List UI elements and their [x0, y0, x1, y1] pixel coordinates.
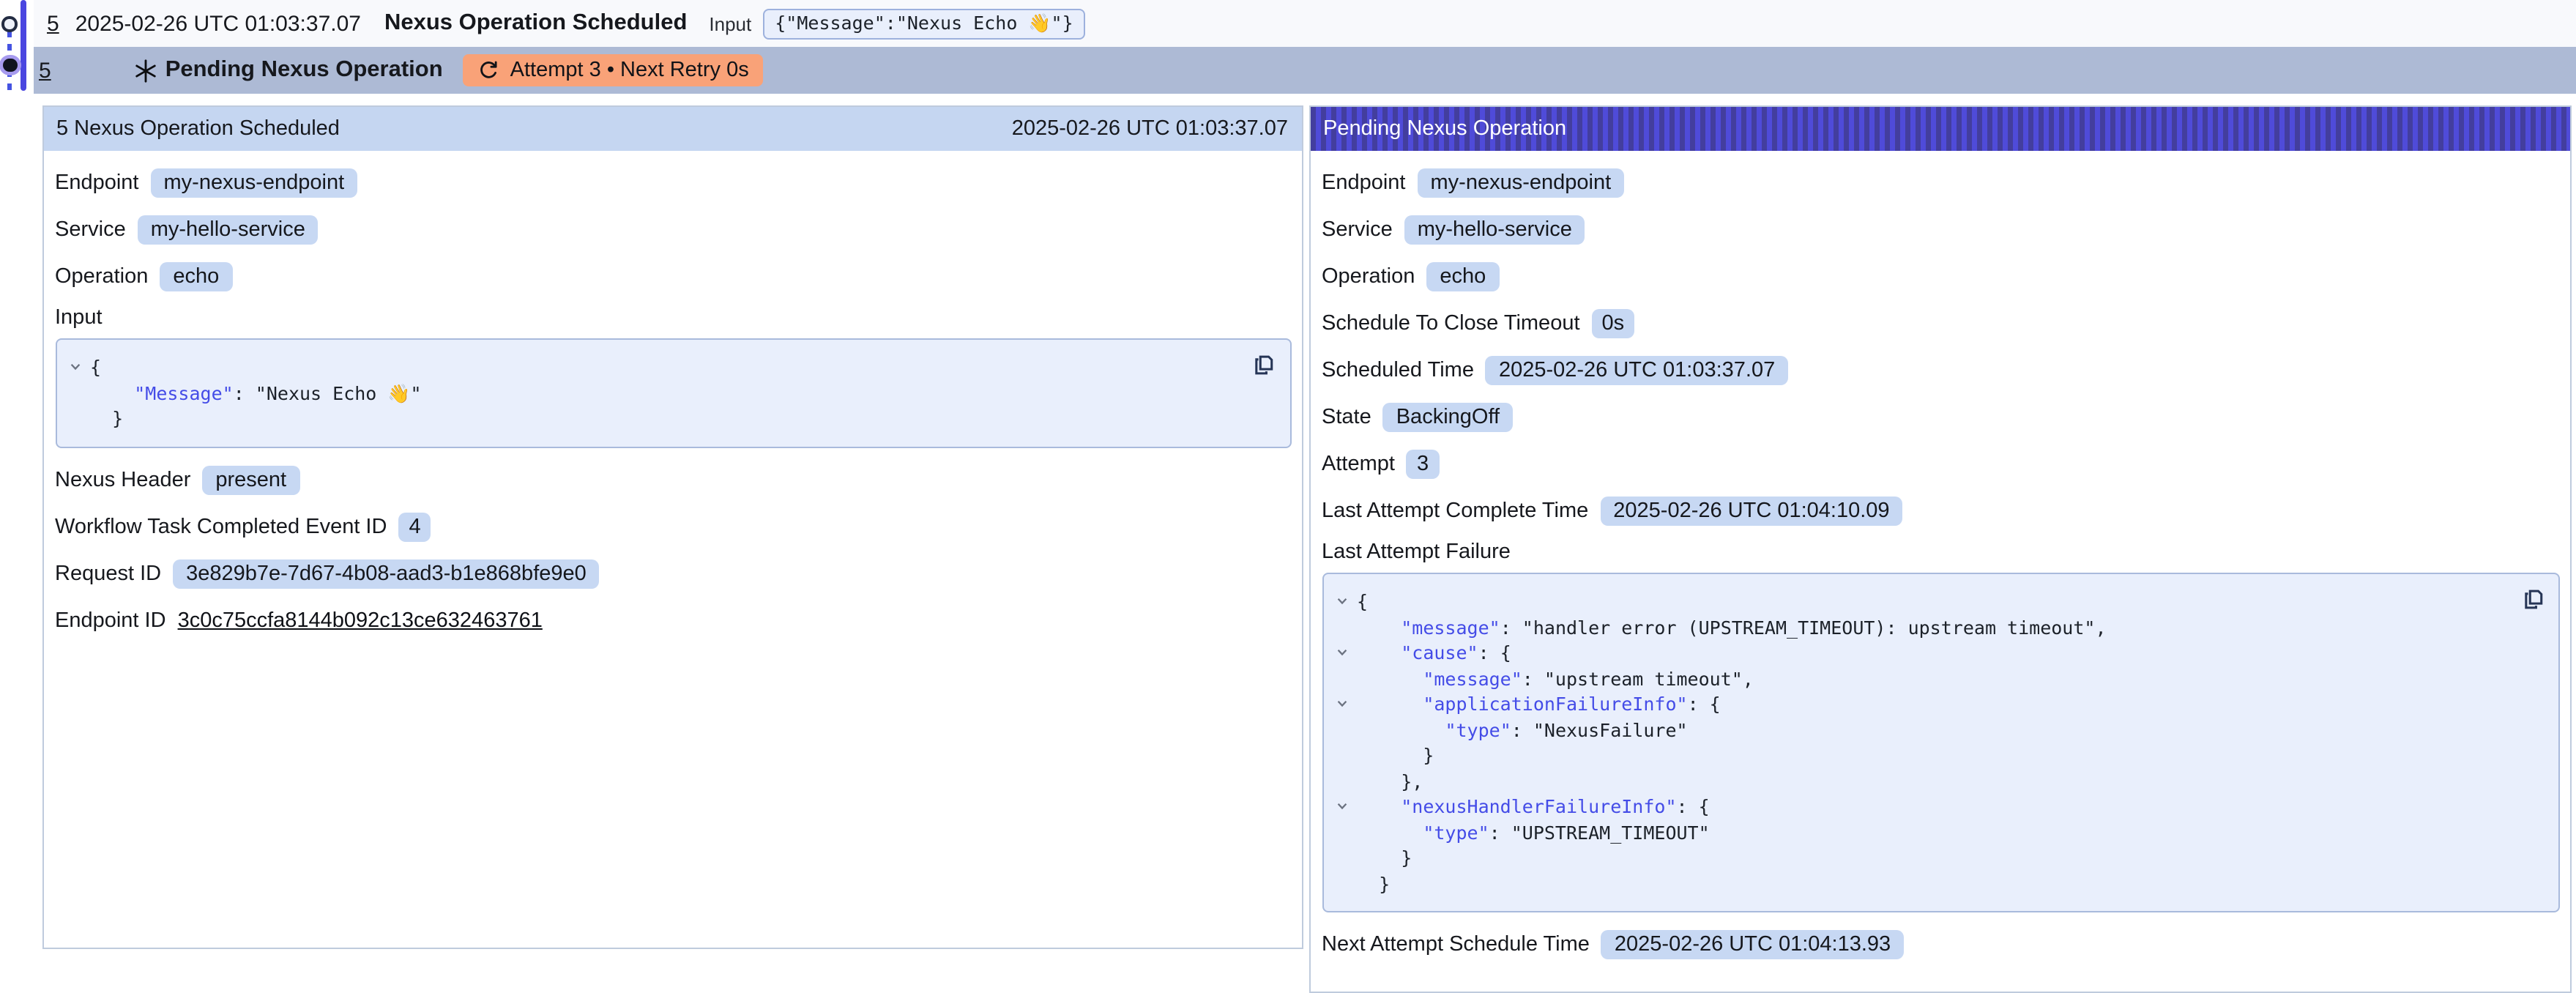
field-value-chip: my-nexus-endpoint	[1418, 168, 1625, 198]
field-value-chip: BackingOff	[1383, 403, 1513, 432]
pending-id-link[interactable]: 5	[39, 58, 51, 83]
json-line: "type": "UPSTREAM_TIMEOUT"	[1357, 819, 1710, 845]
retry-icon	[478, 59, 500, 81]
retry-badge-label: Attempt 3 • Next Retry 0s	[510, 59, 749, 82]
field-label: Endpoint	[1322, 171, 1406, 195]
pending-panel-header: Pending Nexus Operation	[1310, 107, 2570, 151]
field-label: Operation	[55, 265, 148, 289]
field-value-chip: 2025-02-26 UTC 01:04:10.09	[1600, 496, 1902, 526]
field-value-chip: 2025-02-26 UTC 01:04:13.93	[1601, 930, 1904, 959]
field-attempt: Attempt 3	[1322, 447, 2560, 482]
field-endpoint: Endpoint my-nexus-endpoint	[1322, 166, 2560, 201]
field-value-chip: echo	[1426, 262, 1499, 291]
pending-panel-title: Pending Nexus Operation	[1323, 117, 1566, 141]
event-row-pending[interactable]: 5 Pending Nexus Operation	[34, 47, 2576, 94]
field-value-chip: present	[202, 465, 299, 494]
input-preview-chip[interactable]: {"Message":"Nexus Echo 👋"}	[763, 8, 1084, 39]
field-label: Operation	[1322, 265, 1415, 289]
field-label: State	[1322, 406, 1371, 429]
collapse-chevron-icon[interactable]	[1335, 589, 1357, 614]
field-label: Service	[1322, 218, 1393, 242]
scheduled-panel-header: 5 Nexus Operation Scheduled 2025-02-26 U…	[43, 107, 1301, 151]
json-line: "message": "handler error (UPSTREAM_TIME…	[1357, 614, 2107, 640]
panel-scheduled-event: 5 Nexus Operation Scheduled 2025-02-26 U…	[42, 105, 1303, 949]
event-title: Nexus Operation Scheduled	[384, 10, 687, 37]
event-timestamp: 2025-02-26 UTC 01:03:37.07	[75, 11, 361, 36]
collapse-chevron-icon[interactable]	[1335, 794, 1357, 819]
field-value-chip: my-hello-service	[1404, 215, 1585, 245]
collapse-chevron-icon[interactable]	[68, 354, 90, 380]
json-line: "nexusHandlerFailureInfo": {	[1357, 794, 1710, 819]
field-operation: Operation echo	[1322, 259, 2560, 294]
panel-pending-operation: Pending Nexus Operation Endpoint my-nexu…	[1309, 105, 2572, 993]
field-operation: Operation echo	[55, 259, 1291, 294]
field-endpoint: Endpoint my-nexus-endpoint	[55, 166, 1291, 201]
input-json-viewer: { "Message": "Nexus Echo 👋" }	[55, 338, 1291, 447]
field-label: Next Attempt Schedule Time	[1322, 933, 1590, 956]
timeline-rail	[0, 0, 34, 956]
field-label: Workflow Task Completed Event ID	[55, 515, 387, 538]
field-request-id: Request ID 3e829b7e-7d67-4b08-aad3-b1e86…	[55, 556, 1291, 591]
field-label: Schedule To Close Timeout	[1322, 312, 1580, 335]
field-label: Endpoint	[55, 171, 139, 195]
json-line: }	[90, 406, 123, 431]
field-service: Service my-hello-service	[1322, 212, 2560, 248]
field-label: Scheduled Time	[1322, 359, 1474, 382]
field-workflow-task-completed-event-id: Workflow Task Completed Event ID 4	[55, 509, 1291, 544]
field-last-attempt-complete-time: Last Attempt Complete Time 2025-02-26 UT…	[1322, 494, 2560, 529]
field-label: Attempt	[1322, 453, 1395, 476]
field-label: Endpoint ID	[55, 609, 166, 632]
field-value-chip: my-nexus-endpoint	[151, 168, 358, 198]
collapse-chevron-icon[interactable]	[1335, 691, 1357, 717]
json-line: {	[90, 354, 101, 380]
json-line: }	[1357, 845, 1412, 871]
retry-badge: Attempt 3 • Next Retry 0s	[464, 54, 764, 86]
field-nexus-header: Nexus Header present	[55, 462, 1291, 497]
field-value-chip: 3e829b7e-7d67-4b08-aad3-b1e868bfe9e0	[173, 559, 600, 588]
timeline-pending-marker[interactable]	[3, 58, 17, 72]
event-row-scheduled[interactable]: 5 2025-02-26 UTC 01:03:37.07 Nexus Opera…	[34, 0, 2576, 47]
field-value-chip: 3	[1407, 450, 1439, 479]
event-history-view: 5 2025-02-26 UTC 01:03:37.07 Nexus Opera…	[0, 0, 2576, 956]
field-value-chip: echo	[160, 262, 232, 291]
event-id-link[interactable]: 5	[47, 11, 59, 36]
field-value-chip: 0s	[1592, 309, 1635, 338]
copy-icon[interactable]	[2519, 586, 2545, 612]
timeline-active-bar	[21, 0, 26, 91]
pending-title: Pending Nexus Operation	[165, 57, 443, 83]
field-schedule-to-close-timeout: Schedule To Close Timeout 0s	[1322, 306, 2560, 341]
field-label: Nexus Header	[55, 468, 190, 491]
input-label: Input	[709, 12, 751, 34]
field-label: Service	[55, 218, 126, 242]
json-line: },	[1357, 768, 1423, 794]
json-line: }	[1357, 871, 1390, 896]
field-value-chip: 4	[398, 512, 431, 541]
field-endpoint-id: Endpoint ID 3c0c75ccfa8144b092c13ce63246…	[55, 603, 1291, 638]
field-state: State BackingOff	[1322, 400, 2560, 435]
failure-block-label: Last Attempt Failure	[1322, 540, 2560, 564]
json-line: }	[1357, 743, 1434, 768]
field-next-attempt-schedule-time: Next Attempt Schedule Time 2025-02-26 UT…	[1322, 927, 2560, 962]
scheduled-panel-timestamp: 2025-02-26 UTC 01:03:37.07	[1012, 117, 1288, 141]
json-line: "applicationFailureInfo": {	[1357, 691, 1721, 717]
json-line: "cause": {	[1357, 640, 1511, 666]
scheduled-panel-title: 5 Nexus Operation Scheduled	[56, 117, 340, 141]
json-line: "Message": "Nexus Echo 👋"	[90, 380, 422, 406]
field-value-chip: 2025-02-26 UTC 01:03:37.07	[1486, 356, 1788, 385]
field-service: Service my-hello-service	[55, 212, 1291, 248]
collapse-chevron-icon[interactable]	[1335, 640, 1357, 666]
field-value-chip: my-hello-service	[138, 215, 319, 245]
endpoint-id-link[interactable]: 3c0c75ccfa8144b092c13ce632463761	[178, 609, 543, 632]
field-label: Request ID	[55, 562, 161, 585]
pending-asterisk-icon	[133, 58, 158, 83]
copy-icon[interactable]	[1250, 352, 1276, 378]
input-block-label: Input	[55, 306, 1291, 330]
json-line: {	[1357, 589, 1368, 614]
field-label: Last Attempt Complete Time	[1322, 499, 1588, 523]
timeline-event-marker[interactable]	[2, 16, 18, 31]
json-line: "type": "NexusFailure"	[1357, 717, 1688, 743]
failure-json-viewer: { "message": "handler error (UPSTREAM_TI…	[1322, 573, 2560, 912]
json-line: "message": "upstream timeout",	[1357, 666, 1754, 691]
field-scheduled-time: Scheduled Time 2025-02-26 UTC 01:03:37.0…	[1322, 353, 2560, 388]
